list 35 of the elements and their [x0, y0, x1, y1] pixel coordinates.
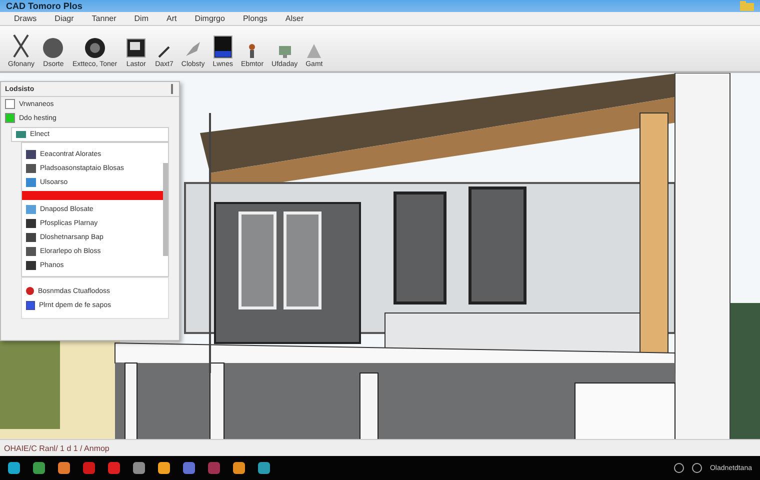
figure-icon	[247, 43, 258, 59]
window-icon	[125, 37, 148, 59]
menu-item[interactable]: Dim	[134, 14, 148, 23]
menu-item[interactable]: Diagr	[54, 14, 74, 23]
scrollbar[interactable]	[163, 163, 168, 256]
monitor-icon	[278, 45, 292, 59]
menu-item[interactable]: Alser	[285, 14, 304, 23]
checkbox[interactable]	[5, 99, 15, 109]
app-icon[interactable]	[233, 462, 245, 474]
app-icon[interactable]	[33, 462, 45, 474]
pin-icon[interactable]	[169, 84, 175, 94]
tool-icon	[11, 33, 32, 59]
checkbox[interactable]	[26, 300, 35, 310]
menu-item[interactable]: Draws	[14, 14, 37, 23]
app-icon[interactable]	[8, 462, 20, 474]
app-icon[interactable]	[108, 462, 120, 474]
checkbox[interactable]	[5, 113, 15, 123]
network-icon[interactable]	[674, 463, 684, 473]
app-icon[interactable]	[58, 462, 70, 474]
app-icon[interactable]	[133, 462, 145, 474]
volume-icon[interactable]	[692, 463, 702, 473]
menu-item[interactable]: Dimgrgo	[194, 14, 225, 23]
menu-item[interactable]: Plongs	[242, 14, 268, 23]
app-icon[interactable]	[258, 462, 270, 474]
window-title: CAD Tomoro Plos	[6, 1, 82, 11]
menu-item[interactable]: Art	[166, 14, 177, 23]
app-icon[interactable]	[158, 462, 170, 474]
sphere-icon	[42, 37, 64, 59]
pencil-icon	[157, 45, 172, 59]
color-swatch-icon	[212, 35, 233, 59]
status-text: OHAIE/C Ranl/ 1 d 1 / Anmop	[4, 444, 110, 452]
app-icon[interactable]	[183, 462, 195, 474]
lens-icon	[84, 37, 106, 59]
shape-icon	[306, 43, 322, 59]
menu-item[interactable]: Tanner	[92, 14, 116, 23]
